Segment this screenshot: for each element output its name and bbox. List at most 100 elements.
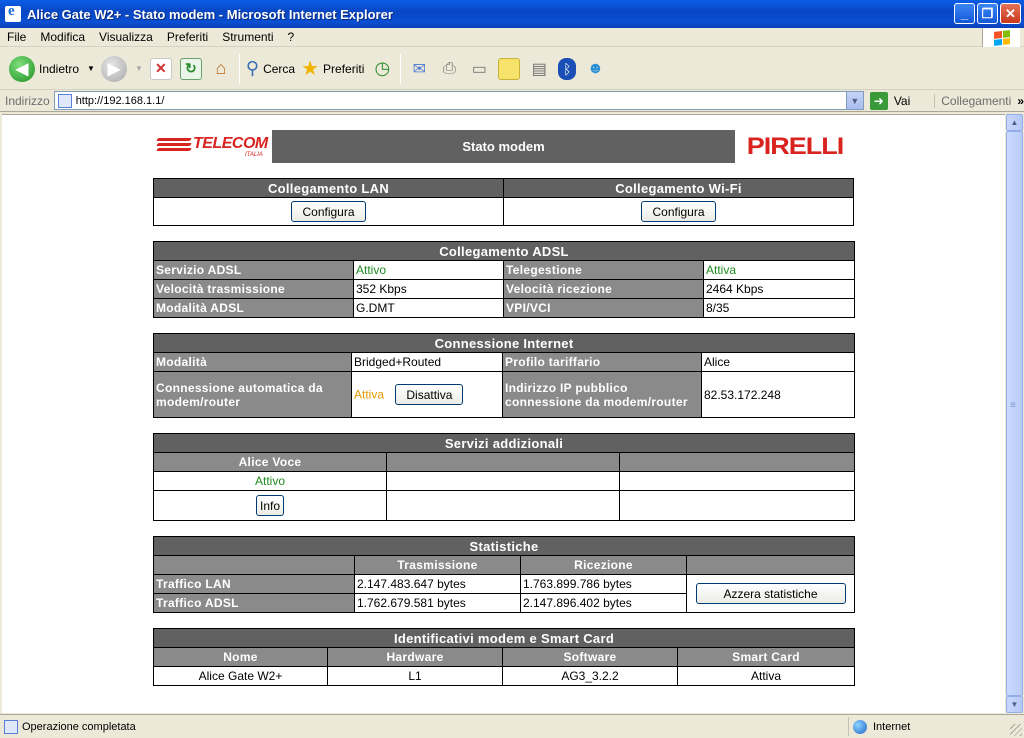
public-ip-label: Indirizzo IP pubblico connessione da mod…	[502, 371, 702, 418]
bluetooth-icon[interactable]: ᛒ	[558, 57, 577, 80]
reset-statistics-button[interactable]: Azzera statistiche	[695, 583, 846, 604]
tariff-profile-value: Alice	[700, 352, 856, 372]
search-button[interactable]: ⚲ Cerca	[243, 51, 298, 87]
mail-icon[interactable]: ✉	[408, 58, 430, 80]
connections-table: Collegamento LAN Collegamento Wi-Fi Conf…	[153, 178, 854, 226]
statistics-title: Statistiche	[152, 536, 856, 556]
alice-voce-status: Attivo	[153, 471, 387, 491]
refresh-icon[interactable]: ↻	[179, 57, 202, 80]
lan-title: Collegamento LAN	[153, 178, 504, 198]
menu-help[interactable]: ?	[281, 30, 302, 44]
modem-status-page: TELECOM ITALIA Stato modem PIRELLI Colle…	[152, 130, 856, 686]
page-header: TELECOM ITALIA Stato modem PIRELLI	[153, 130, 854, 163]
window-title: Alice Gate W2+ - Stato modem - Microsoft…	[27, 6, 393, 22]
search-icon: ⚲	[245, 58, 260, 78]
pirelli-logo: PIRELLI	[736, 130, 854, 163]
favorites-button[interactable]: ★ Preferiti	[298, 51, 367, 87]
page-status-icon	[4, 719, 18, 734]
favorites-label: Preferiti	[323, 61, 365, 76]
adsl-mode-label: Modalità ADSL	[153, 298, 354, 318]
back-label: Indietro	[39, 61, 80, 76]
forward-arrow-icon: ▶	[100, 55, 127, 82]
zone-label: Internet	[873, 720, 911, 733]
software-header: Software	[502, 647, 678, 667]
home-icon[interactable]: ⌂	[210, 58, 232, 80]
adsl-mode-value: G.DMT	[353, 298, 504, 318]
services-table: Servizi addizionali Alice Voce Attivo In…	[152, 433, 856, 521]
messenger-icon[interactable]: ☻	[584, 58, 606, 80]
close-button[interactable]: ✕	[1000, 3, 1021, 24]
address-label: Indirizzo	[5, 93, 50, 108]
scroll-down-icon[interactable]: ▼	[1006, 696, 1023, 713]
adsl-traffic-rx: 2.147.896.402 bytes	[520, 593, 687, 613]
address-dropdown-icon[interactable]: ▼	[845, 92, 863, 109]
edit-icon[interactable]: ▭	[468, 58, 490, 80]
security-zone: Internet	[848, 717, 998, 736]
upload-speed-value: 352 Kbps	[353, 279, 504, 299]
adsl-traffic-label: Traffico ADSL	[153, 593, 355, 613]
lan-traffic-rx: 1.763.899.786 bytes	[520, 574, 687, 594]
forward-dropdown-icon[interactable]: ▼	[135, 64, 143, 73]
download-speed-value: 2464 Kbps	[702, 279, 856, 299]
vertical-scrollbar[interactable]: ▲ ▼	[1005, 114, 1023, 713]
reception-header: Ricezione	[520, 555, 687, 575]
ie-window: Alice Gate W2+ - Stato modem - Microsoft…	[0, 0, 1024, 738]
minimize-button[interactable]: _	[954, 3, 975, 24]
go-arrow-icon: ➜	[869, 91, 888, 110]
configure-lan-button[interactable]: Configura	[291, 201, 366, 222]
public-ip-value: 82.53.172.248	[700, 371, 856, 418]
note-icon[interactable]	[498, 57, 521, 80]
address-bar: Indirizzo http://192.168.1.1/ ▼ ➜ Vai Co…	[0, 90, 1024, 112]
adsl-service-value: Attivo	[353, 260, 504, 280]
back-dropdown-icon[interactable]: ▼	[87, 64, 95, 73]
print-icon[interactable]: ⎙	[438, 58, 460, 80]
menu-visualizza[interactable]: Visualizza	[92, 30, 160, 44]
pirelli-logo-text: PIRELLI	[746, 132, 845, 160]
windows-logo-icon	[982, 28, 1020, 47]
software-value: AG3_3.2.2	[502, 666, 678, 686]
info-button[interactable]: Info	[255, 495, 284, 516]
address-url[interactable]: http://192.168.1.1/	[76, 95, 165, 107]
page-icon	[57, 93, 72, 108]
page-title: Stato modem	[272, 130, 735, 163]
services-title: Servizi addizionali	[152, 433, 856, 453]
remote-management-value: Attiva	[702, 260, 856, 280]
name-value: Alice Gate W2+	[153, 666, 328, 686]
disable-button[interactable]: Disattiva	[395, 384, 464, 405]
history-icon[interactable]: ◷	[371, 58, 393, 80]
mode-label: Modalità	[153, 352, 352, 372]
address-input[interactable]: http://192.168.1.1/ ▼	[53, 91, 864, 110]
internet-title: Connessione Internet	[152, 333, 856, 353]
adsl-title: Collegamento ADSL	[152, 241, 856, 261]
go-label: Vai	[893, 93, 911, 108]
globe-icon	[853, 719, 867, 734]
scroll-up-icon[interactable]: ▲	[1006, 114, 1023, 131]
star-icon: ★	[301, 58, 320, 80]
chevron-right-icon[interactable]: »	[1017, 94, 1024, 108]
maximize-button[interactable]: ❐	[977, 3, 998, 24]
links-button[interactable]: Collegamenti	[934, 93, 1011, 108]
menu-modifica[interactable]: Modifica	[33, 30, 92, 44]
mode-value: Bridged+Routed	[351, 352, 503, 372]
telecom-logo-text: TELECOM	[193, 135, 268, 152]
forward-button[interactable]: ▶ ▼	[98, 51, 146, 87]
menu-strumenti[interactable]: Strumenti	[215, 30, 280, 44]
adsl-service-label: Servizio ADSL	[153, 260, 354, 280]
configure-wifi-button[interactable]: Configura	[641, 201, 716, 222]
menu-bar: File Modifica Visualizza Preferiti Strum…	[0, 28, 1024, 47]
title-bar: Alice Gate W2+ - Stato modem - Microsoft…	[0, 0, 1024, 28]
research-icon[interactable]: ▤	[528, 58, 550, 80]
upload-speed-label: Velocità trasmissione	[153, 279, 354, 299]
back-arrow-icon: ◀	[9, 55, 35, 82]
adsl-traffic-tx: 1.762.679.581 bytes	[354, 593, 521, 613]
menu-file[interactable]: File	[0, 30, 33, 44]
vpi-vci-label: VPI/VCI	[503, 298, 704, 318]
go-button[interactable]: ➜ Vai	[869, 91, 911, 110]
scroll-thumb[interactable]	[1006, 131, 1023, 696]
back-button[interactable]: ◀ Indietro ▼	[6, 51, 98, 87]
stop-icon[interactable]: ✕	[149, 57, 172, 80]
vpi-vci-value: 8/35	[702, 298, 856, 318]
resize-grip-icon[interactable]	[1010, 724, 1022, 736]
status-bar: Operazione completata Internet	[0, 714, 1024, 738]
menu-preferiti[interactable]: Preferiti	[160, 30, 215, 44]
